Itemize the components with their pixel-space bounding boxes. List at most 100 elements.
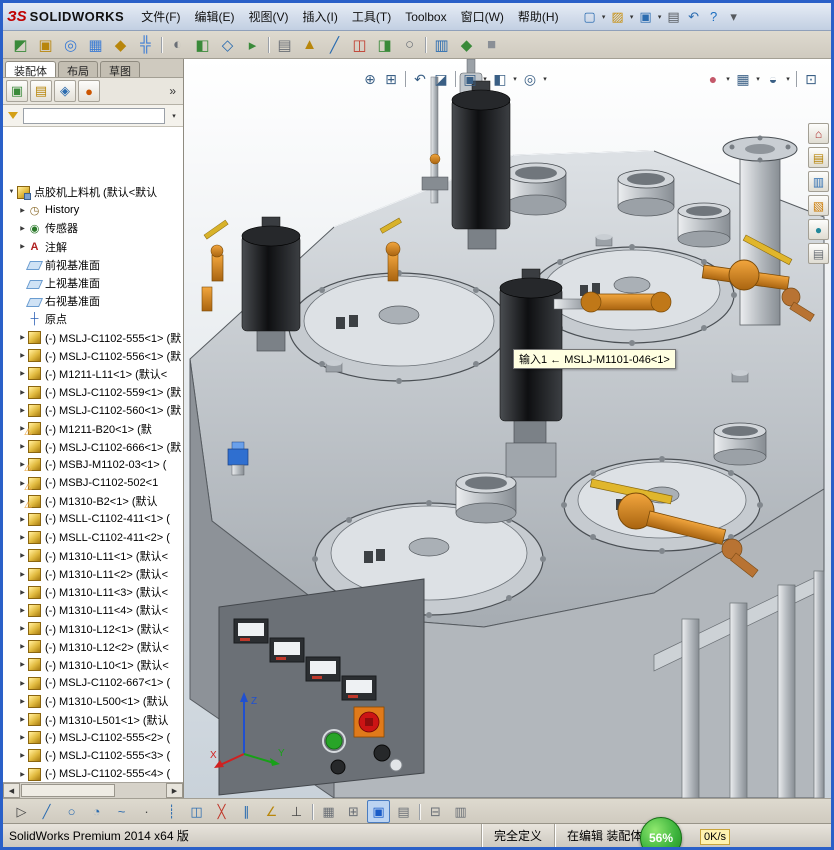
menu-file[interactable]: 文件(F)	[134, 6, 187, 27]
undo-icon[interactable]: ↶	[684, 7, 704, 27]
clearance-verification-icon[interactable]: ◨	[373, 33, 396, 56]
graphics-area[interactable]: ⊕ ⊞ ↶ ◪ ▣ ▾ ◧ ▾ ◎ ▾ ● ▾ ▦ ▾ ◒ ▾ ⊡ 输入1 ← MSLJ-M1101-046<…	[184, 59, 831, 798]
tree-item[interactable]: ▶ (-) M1310-L11<3> (默认<	[3, 583, 183, 601]
expand-arrow-icon[interactable]: ▶	[17, 771, 28, 778]
expand-arrow-icon[interactable]: ▶	[17, 643, 28, 650]
add-relation-icon[interactable]: ⊥	[285, 800, 308, 823]
centerline-icon[interactable]: ┊	[160, 800, 183, 823]
expand-arrow-icon[interactable]: ▶	[17, 625, 28, 632]
mirror-entities-icon[interactable]: ◫	[185, 800, 208, 823]
tree-item[interactable]: ▶ (-) M1211-L11<1> (默认<	[3, 365, 183, 383]
scroll-left-button[interactable]: ◀	[3, 783, 20, 798]
frame-icon[interactable]: ⊡	[801, 69, 821, 89]
hide-show-items-dropdown-icon[interactable]: ▾	[541, 75, 549, 83]
tree-item[interactable]: 上视基准面	[3, 274, 183, 292]
expand-arrow-icon[interactable]: ▶	[17, 607, 28, 614]
help-icon[interactable]: ?	[704, 7, 724, 27]
edit-appearance-dropdown-icon[interactable]: ▾	[724, 75, 732, 83]
show-hidden-components-icon[interactable]: ◐	[166, 33, 189, 56]
menu-edit[interactable]: 编辑(E)	[188, 6, 242, 27]
explode-line-sketch-icon[interactable]: ╱	[323, 33, 346, 56]
expand-arrow-icon[interactable]: ▶	[17, 661, 28, 668]
expand-arrow-icon[interactable]: ▶	[17, 352, 28, 359]
smart-dimension-icon[interactable]: ∠	[260, 800, 283, 823]
display-style-dropdown-icon[interactable]: ▾	[511, 75, 519, 83]
tree-item[interactable]: 前视基准面	[3, 256, 183, 274]
grid-icon[interactable]: ▦	[317, 800, 340, 823]
tree-item[interactable]: ▶ ⚠ (-) M1211-B20<1> (默	[3, 419, 183, 437]
expand-arrow-icon[interactable]: ▶	[17, 407, 28, 414]
solidworks-resources-icon[interactable]: ⌂	[808, 123, 829, 144]
save-dropdown-icon[interactable]: ▾	[656, 13, 664, 21]
apply-scene-dropdown-icon[interactable]: ▾	[754, 75, 762, 83]
spline-icon[interactable]: ~	[110, 800, 133, 823]
new-document-icon[interactable]: ▢	[580, 7, 600, 27]
bill-of-materials-icon[interactable]: ▤	[273, 33, 296, 56]
expand-arrow-icon[interactable]: ▶	[17, 589, 28, 596]
expand-arrow-icon[interactable]: ▶	[17, 443, 28, 450]
scrollbar-thumb[interactable]	[21, 784, 115, 797]
tree-item[interactable]: ▶ (-) MSLJ-C1102-555<1> (默	[3, 329, 183, 347]
tree-item[interactable]: ▶ ⚠ (-) MSBJ-M1102-03<1> (	[3, 456, 183, 474]
tree-item[interactable]: ▶ (-) MSLJ-C1102-555<2> (	[3, 729, 183, 747]
snap-icon[interactable]: ⊞	[342, 800, 365, 823]
custom-properties-icon[interactable]: ▤	[808, 243, 829, 264]
tree-item[interactable]: ▶ (-) M1310-L11<1> (默认<	[3, 547, 183, 565]
circle-icon[interactable]: ○	[60, 800, 83, 823]
view-palette-icon[interactable]: ▧	[808, 195, 829, 216]
tree-item[interactable]: ▶ (-) MSLJ-C1102-555<4> (	[3, 765, 183, 783]
scroll-right-button[interactable]: ▶	[166, 783, 183, 798]
filter-input[interactable]	[23, 107, 165, 124]
section-view-icon[interactable]: ◪	[431, 69, 451, 89]
propertymanager-icon[interactable]: ▤	[30, 80, 52, 102]
menu-insert[interactable]: 插入(I)	[296, 6, 345, 27]
open-icon[interactable]: ▨	[608, 7, 628, 27]
shaded-view-icon[interactable]: ▣	[367, 800, 390, 823]
zoom-fit-icon[interactable]: ⊕	[360, 69, 380, 89]
filter-dropdown-icon[interactable]: ▾	[170, 112, 178, 120]
tree-item[interactable]: ▶ (-) M1310-L12<2> (默认<	[3, 638, 183, 656]
menu-window[interactable]: 窗口(W)	[454, 6, 511, 27]
instant3d-icon[interactable]: ◆	[455, 33, 478, 56]
tree-item[interactable]: ▶ (-) M1310-L11<4> (默认<	[3, 601, 183, 619]
hide-show-items-icon[interactable]: ◎	[520, 69, 540, 89]
expand-arrow-icon[interactable]: ▶	[17, 552, 28, 559]
tree-item[interactable]: ▶ (-) M1310-L501<1> (默认	[3, 710, 183, 728]
exploded-view-icon[interactable]: ▲	[298, 33, 321, 56]
tree-item[interactable]: 右视基准面	[3, 292, 183, 310]
hole-alignment-icon[interactable]: ○	[398, 33, 421, 56]
tree-item[interactable]: ▼ 点胶机上料机 (默认<默认	[3, 183, 183, 201]
tree-item[interactable]: ▶ ⚠ (-) MSBJ-C1102-502<1	[3, 474, 183, 492]
tree-horizontal-scrollbar[interactable]: ◀ ▶	[3, 782, 183, 798]
tree-item[interactable]: ▶ (-) MSLJ-C1102-560<1> (默	[3, 401, 183, 419]
tree-item[interactable]: ▶ (-) MSLL-C1102-411<2> (	[3, 529, 183, 547]
linear-component-pattern-icon[interactable]: ▦	[84, 33, 107, 56]
smart-fasteners-icon[interactable]: ◆	[109, 33, 132, 56]
tree-item[interactable]: ▶ ⚠ (-) M1310-B2<1> (默认	[3, 492, 183, 510]
display-style-icon[interactable]: ◧	[490, 69, 510, 89]
displaymanager-icon[interactable]: ●	[78, 80, 100, 102]
previous-view-icon[interactable]: ↶	[410, 69, 430, 89]
offset-entities-icon[interactable]: ∥	[235, 800, 258, 823]
zoom-to-area-icon[interactable]: ⊞	[381, 69, 401, 89]
view-settings-icon[interactable]: ◒	[763, 69, 783, 89]
tree-item[interactable]: ▶ (-) MSLJ-C1102-666<1> (默	[3, 438, 183, 456]
apply-scene-icon[interactable]: ▦	[733, 69, 753, 89]
featuremanager-icon[interactable]: ▣	[6, 80, 28, 102]
new-document-dropdown-icon[interactable]: ▾	[600, 13, 608, 21]
expand-arrow-icon[interactable]: ▼	[6, 189, 17, 195]
view-selector-icon[interactable]: ▥	[449, 800, 472, 823]
expand-arrow-icon[interactable]: ▶	[17, 680, 28, 687]
panel-expand-button[interactable]: »	[169, 84, 181, 98]
section-display-icon[interactable]: ⊟	[424, 800, 447, 823]
expand-arrow-icon[interactable]: ▶	[17, 334, 28, 341]
print-icon[interactable]: ▤	[664, 7, 684, 27]
expand-arrow-icon[interactable]: ▶	[17, 698, 28, 705]
tree-item[interactable]: ▶ ◷ History	[3, 201, 183, 219]
mate-icon[interactable]: ◎	[59, 33, 82, 56]
tree-item[interactable]: ▶ (-) M1310-L11<2> (默认<	[3, 565, 183, 583]
interference-detection-icon[interactable]: ◫	[348, 33, 371, 56]
assembly-visualization-icon[interactable]: ▥	[430, 33, 453, 56]
expand-arrow-icon[interactable]: ▶	[17, 534, 28, 541]
expand-arrow-icon[interactable]: ▶	[17, 752, 28, 759]
